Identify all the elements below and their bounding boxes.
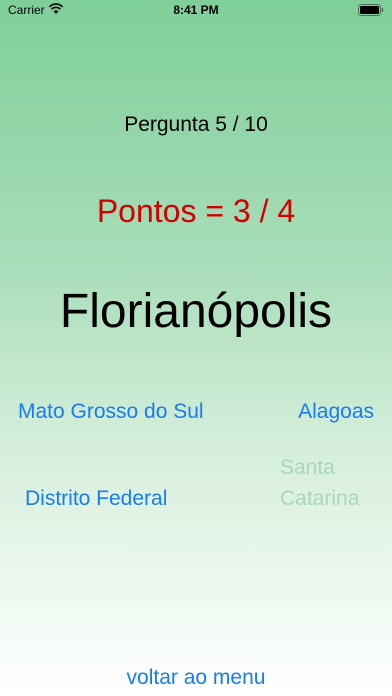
answer-button-distrito-federal[interactable]: Distrito Federal (25, 483, 215, 514)
answer-button-santa-catarina: Santa Catarina (280, 456, 360, 510)
city-name: Florianópolis (59, 285, 333, 338)
clock: 8:41 PM (173, 3, 219, 17)
question-counter: Pergunta 5 / 10 (124, 113, 268, 136)
battery-icon (358, 4, 384, 16)
back-to-menu-button[interactable]: voltar ao menu (0, 666, 392, 690)
answer-button-mato-grosso-do-sul[interactable]: Mato Grosso do Sul (18, 396, 208, 427)
answer-button-alagoas[interactable]: Alagoas (258, 396, 374, 427)
score-label: Pontos = 3 / 4 (96, 193, 296, 229)
status-bar: Carrier 8:41 PM (0, 0, 392, 22)
